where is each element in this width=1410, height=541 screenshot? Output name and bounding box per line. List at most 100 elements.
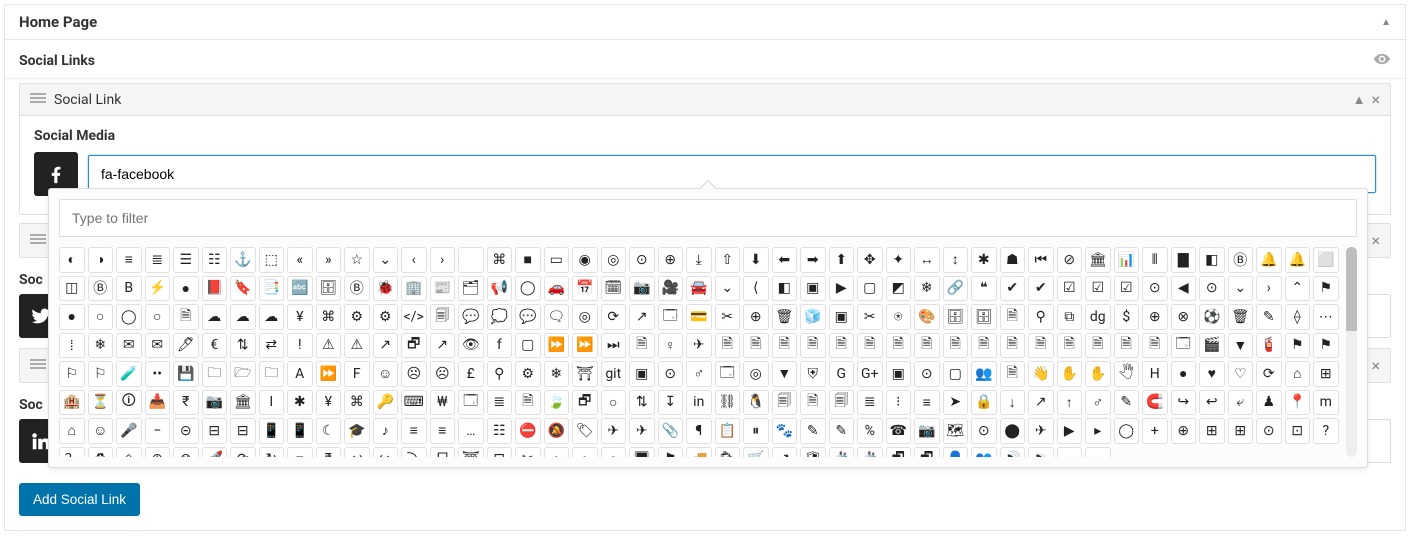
icon-option[interactable]: ▭ <box>544 247 570 273</box>
icon-option[interactable]: ≡ <box>116 247 142 273</box>
icon-option[interactable]: ♻ <box>88 447 114 458</box>
icon-option[interactable]: ✔ <box>1028 276 1054 302</box>
icon-option[interactable]: 🐧 <box>743 390 769 416</box>
icon-option[interactable]: A <box>287 361 313 387</box>
icon-option[interactable]: ⧉ <box>1057 304 1083 330</box>
icon-option[interactable]: ⚙ <box>373 304 399 330</box>
icon-option[interactable]: 🖑 <box>1114 361 1140 387</box>
icon-option[interactable]: ⍟ <box>886 304 912 330</box>
icon-option[interactable]: ☗ <box>1000 247 1026 273</box>
icon-option[interactable]: ⏭ <box>601 333 627 359</box>
icon-option[interactable]: ● <box>59 304 85 330</box>
collapse-caret-icon[interactable]: ▲ <box>1381 17 1391 28</box>
icon-option[interactable]: » <box>316 247 342 273</box>
icon-option[interactable]: 🗀 <box>259 361 285 387</box>
icon-option[interactable]: ☑ <box>1114 276 1140 302</box>
icon-option[interactable]: ● <box>1171 361 1197 387</box>
icon-option[interactable]: ⌘ <box>344 390 370 416</box>
icon-option[interactable]: ○ <box>88 304 114 330</box>
icon-option[interactable]: ⛩ <box>458 447 484 458</box>
icon-option[interactable]: ⚙ <box>344 304 370 330</box>
icon-option[interactable]: ⚲ <box>1028 304 1054 330</box>
icon-option[interactable]: ≣ <box>857 390 883 416</box>
icon-option[interactable]: 📍 <box>1285 390 1311 416</box>
icon-option[interactable]: ● <box>173 276 199 302</box>
icon-option[interactable]: ✦ <box>886 247 912 273</box>
icon-option[interactable]: ‹ <box>401 247 427 273</box>
icon-option[interactable]: ⊙ <box>1256 418 1282 444</box>
icon-option[interactable]: ▣ <box>629 361 655 387</box>
icon-option[interactable]: ▼ <box>772 361 798 387</box>
icon-option[interactable]: ↗ <box>772 447 798 458</box>
icon-option[interactable]: ✱ <box>971 247 997 273</box>
icon-option[interactable]: ◐ <box>1057 447 1083 458</box>
icon-option[interactable]: 🐞 <box>373 276 399 302</box>
icon-option[interactable]: 🗎 <box>1142 333 1168 359</box>
icon-option[interactable]: 🎓 <box>344 418 370 444</box>
icon-option[interactable]: 🧪 <box>116 361 142 387</box>
icon-option[interactable]: ✂ <box>515 447 541 458</box>
icon-option[interactable]: − <box>145 418 171 444</box>
icon-option[interactable]: ⟳ <box>1256 361 1282 387</box>
icon-filter-input[interactable] <box>59 199 1357 237</box>
icon-option[interactable]: 🏷 <box>572 418 598 444</box>
icon-option[interactable]: Ⓑ <box>1228 247 1254 273</box>
icon-option[interactable]: ✋ <box>1057 361 1083 387</box>
icon-option[interactable]: ▶ <box>829 276 855 302</box>
row-collapse-icon[interactable]: ▲ <box>1353 92 1366 108</box>
icon-option[interactable]: 🛡 <box>800 447 826 458</box>
icon-option[interactable]: ⚑ <box>1313 333 1339 359</box>
icon-option[interactable]: ⊝ <box>173 418 199 444</box>
icon-option[interactable]: 🔗 <box>943 276 969 302</box>
icon-option[interactable]: ⊙ <box>971 418 997 444</box>
icon-option[interactable]: ⬆ <box>829 247 855 273</box>
icon-option[interactable]: 🔖 <box>230 276 256 302</box>
icon-option[interactable] <box>458 247 484 273</box>
icon-option[interactable]: … <box>458 418 484 444</box>
icon-option[interactable]: ☷ <box>202 247 228 273</box>
icon-option[interactable]: ⫴ <box>1142 247 1168 273</box>
icon-option[interactable]: ✎ <box>800 418 826 444</box>
icon-option[interactable]: ♂ <box>1085 390 1111 416</box>
icon-option[interactable]: ◐ <box>59 247 85 273</box>
icon-option[interactable]: ⌂ <box>59 418 85 444</box>
icon-option[interactable]: 📎 <box>658 418 684 444</box>
icon-option[interactable]: 🗎 <box>943 333 969 359</box>
icon-option[interactable]: ☺ <box>373 361 399 387</box>
icon-option[interactable]: ◯ <box>1114 418 1140 444</box>
icon-option[interactable]: 👥 <box>971 361 997 387</box>
icon-option[interactable]: € <box>202 333 228 359</box>
icon-option[interactable]: ◯ <box>515 276 541 302</box>
icon-option[interactable]: 🗎 <box>1000 304 1026 330</box>
icon-option[interactable]: ⋯ <box>1313 304 1339 330</box>
icon-option[interactable]: 🗄 <box>316 276 342 302</box>
icon-option[interactable]: ✥ <box>857 247 883 273</box>
icon-option[interactable]: ◇ <box>116 447 142 458</box>
icon-option[interactable]: 🍃 <box>544 390 570 416</box>
icon-option[interactable]: % <box>857 418 883 444</box>
icon-option[interactable]: ⚠ <box>344 333 370 359</box>
icon-option[interactable]: ○ <box>601 390 627 416</box>
icon-option[interactable]: Ⓑ <box>344 276 370 302</box>
icon-option[interactable]: 💾 <box>173 361 199 387</box>
icon-option[interactable]: ☁ <box>202 304 228 330</box>
icon-option[interactable]: 🗎 <box>1000 333 1026 359</box>
icon-option[interactable]: ₹ <box>173 390 199 416</box>
icon-option[interactable]: 🚚 <box>686 447 712 458</box>
icon-option[interactable]: 🗎 <box>800 390 826 416</box>
icon-option[interactable]: 🗔 <box>658 304 684 330</box>
icon-option[interactable]: ◫ <box>59 276 85 302</box>
icon-option[interactable]: 🖊 <box>173 333 199 359</box>
icon-option[interactable]: G <box>829 361 855 387</box>
icon-option[interactable]: ⌘ <box>487 247 513 273</box>
icon-option[interactable]: ♪ <box>373 418 399 444</box>
icon-option[interactable]: ⬤ <box>1000 418 1026 444</box>
icon-option[interactable]: 🚗 <box>544 276 570 302</box>
icon-option[interactable]: 💭 <box>487 304 513 330</box>
icon-option[interactable]: 🗎 <box>1114 333 1140 359</box>
icon-option[interactable]: 🗨 <box>544 304 570 330</box>
icon-option[interactable]: ☆ <box>344 247 370 273</box>
icon-option[interactable]: 🗎 <box>1028 333 1054 359</box>
icon-option[interactable]: ✎ <box>1114 390 1140 416</box>
icon-option[interactable]: ☹ <box>401 361 427 387</box>
